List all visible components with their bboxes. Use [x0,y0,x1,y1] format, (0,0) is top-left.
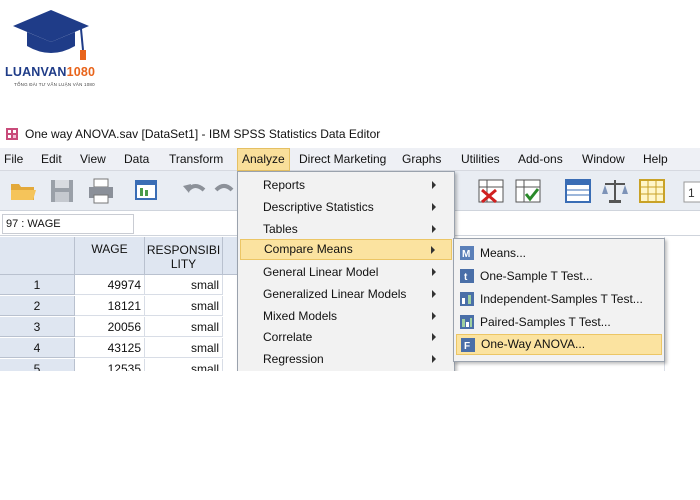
paired-samples-t-test-icon [460,315,474,329]
use-variable-sets-icon[interactable] [637,176,667,206]
luanvan-logo: LUANVAN1080 TỔNG ĐÀI TƯ VẤN LUẬN VĂN 108… [5,8,100,92]
select-cases-icon[interactable] [513,176,543,206]
cell-wage[interactable]: 43125 [75,338,145,358]
cell-responsibility[interactable]: small [145,359,223,371]
menu-window[interactable]: Window [582,148,625,171]
logo-wordmark: LUANVAN1080 [5,65,96,79]
independent-samples-t-test-icon [460,292,474,306]
value-labels-icon[interactable] [563,176,593,206]
submenu-arrow-icon [431,246,435,254]
menu-item-one-way-anova[interactable]: F One-Way ANOVA... [456,334,662,355]
undo-icon[interactable] [180,176,210,206]
menu-add-ons[interactable]: Add-ons [518,148,563,171]
svg-text:F: F [464,341,470,352]
one-way-anova-icon: F [461,338,475,352]
menu-item-general-linear-model[interactable]: General Linear Model [240,262,452,283]
column-header-wage[interactable]: WAGE [75,237,145,275]
split-file-icon[interactable] [476,176,506,206]
redo-icon[interactable] [214,176,238,206]
menu-item-one-sample-t-test[interactable]: t One-Sample T Test... [456,266,662,287]
row-header[interactable]: 4 [0,338,75,358]
menu-item-generalized-linear-models[interactable]: Generalized Linear Models [240,284,452,305]
compare-means-submenu: M Means... t One-Sample T Test... Indepe… [453,238,665,362]
menu-view[interactable]: View [80,148,106,171]
cell-wage[interactable]: 12535 [75,359,145,371]
menu-item-tables[interactable]: Tables [240,219,452,240]
submenu-arrow-icon [432,333,436,341]
menu-data[interactable]: Data [124,148,149,171]
cell-responsibility[interactable]: small [145,338,223,358]
dialog-recall-icon[interactable] [132,176,162,206]
menubar: File Edit View Data Transform Analyze Di… [0,148,700,171]
toolbar-overflow-icon[interactable]: 1 [682,176,700,206]
menu-transform[interactable]: Transform [169,148,223,171]
weight-cases-icon[interactable] [600,176,630,206]
svg-text:1: 1 [688,186,695,200]
submenu-arrow-icon [432,290,436,298]
cell-wage[interactable]: 18121 [75,296,145,316]
svg-text:M: M [462,249,470,260]
menu-edit[interactable]: Edit [41,148,62,171]
save-icon[interactable] [47,176,77,206]
menu-item-reports[interactable]: Reports [240,175,452,196]
window-titlebar: One way ANOVA.sav [DataSet1] - IBM SPSS … [0,121,700,146]
menu-item-regression[interactable]: Regression [240,349,452,370]
menu-item-correlate[interactable]: Correlate [240,327,452,348]
menu-item-independent-samples-t-test[interactable]: Independent-Samples T Test... [456,289,662,310]
column-header-responsibility[interactable]: RESPONSIBI LITY [145,237,223,275]
corner-header[interactable] [0,237,75,275]
print-icon[interactable] [86,176,116,206]
menu-item-paired-samples-t-test[interactable]: Paired-Samples T Test... [456,312,662,333]
cell-reference-field[interactable]: 97 : WAGE [2,214,134,234]
menu-help[interactable]: Help [643,148,668,171]
menu-item-means[interactable]: M Means... [456,243,662,264]
column-header-next[interactable] [223,237,238,275]
grid-right-area [664,237,700,371]
menu-utilities[interactable]: Utilities [461,148,500,171]
cell-wage[interactable]: 20056 [75,317,145,337]
menu-analyze[interactable]: Analyze [237,148,290,171]
row-header[interactable]: 2 [0,296,75,316]
menu-file[interactable]: File [4,148,23,171]
menu-graphs[interactable]: Graphs [402,148,441,171]
submenu-arrow-icon [432,312,436,320]
submenu-arrow-icon [432,355,436,363]
menu-item-compare-means[interactable]: Compare Means [240,239,452,260]
row-header[interactable]: 3 [0,317,75,337]
cell-wage[interactable]: 49974 [75,275,145,295]
open-folder-icon[interactable] [8,176,38,206]
row-header[interactable]: 1 [0,275,75,295]
spss-app-icon [6,127,18,140]
menu-item-descriptive-statistics[interactable]: Descriptive Statistics [240,197,452,218]
submenu-arrow-icon [432,268,436,276]
logo-tagline: TỔNG ĐÀI TƯ VẤN LUẬN VĂN 1080 [14,82,95,87]
menu-direct-marketing[interactable]: Direct Marketing [299,148,386,171]
cell-responsibility[interactable]: small [145,275,223,295]
row-header[interactable]: 5 [0,359,75,371]
graduation-cap-icon [13,10,89,60]
cell-responsibility[interactable]: small [145,317,223,337]
submenu-arrow-icon [432,225,436,233]
window-title: One way ANOVA.sav [DataSet1] - IBM SPSS … [25,126,381,141]
submenu-arrow-icon [432,181,436,189]
means-icon: M [460,246,474,260]
menu-item-mixed-models[interactable]: Mixed Models [240,306,452,327]
analyze-menu: Reports Descriptive Statistics Tables Co… [237,171,455,371]
cell-responsibility[interactable]: small [145,296,223,316]
submenu-arrow-icon [432,203,436,211]
blank-area [0,371,700,500]
one-sample-t-test-icon: t [460,269,474,283]
